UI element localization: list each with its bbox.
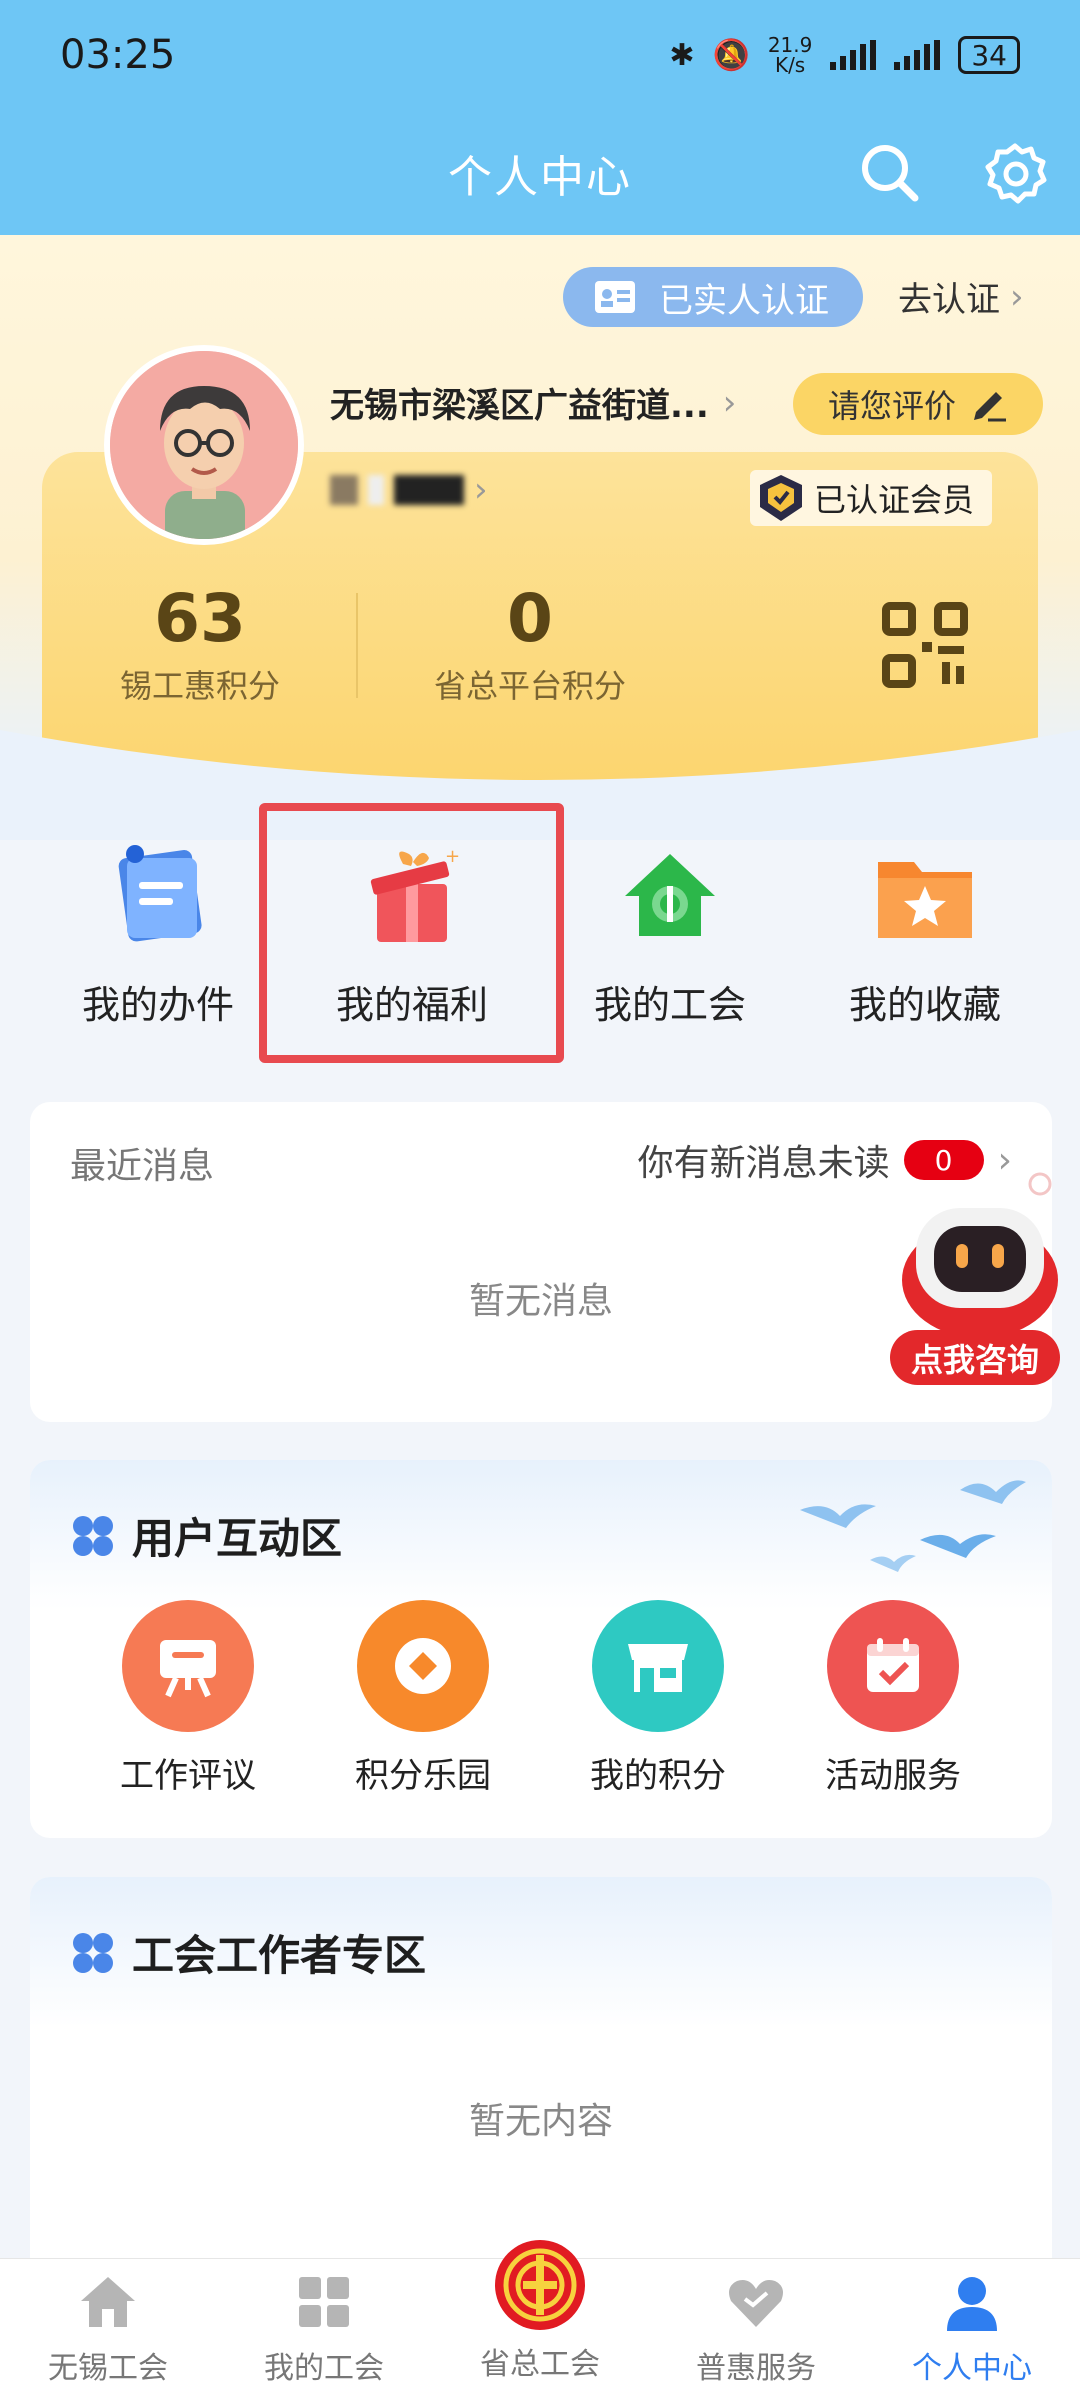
shield-icon [760,475,802,521]
quick-label: 我的工会 [593,983,746,1027]
ia-label: 积分乐园 [355,1756,491,1796]
nav-my-union[interactable]: 我的工会 [216,2259,432,2387]
verified-label: 已实人认证 [659,280,829,321]
coin-icon [357,1600,489,1732]
verified-badge: 已实人认证 [563,267,863,327]
ia-activity-service[interactable]: 活动服务 [793,1600,993,1797]
qr-code-icon[interactable] [880,600,970,690]
nav-personal-center[interactable]: 个人中心 [864,2259,1080,2387]
interaction-card: 用户互动区 工作评议 积分乐园 我的积分 活动服务 [30,1460,1052,1838]
pencil-icon [974,392,1006,422]
star-folder-icon [878,862,972,938]
go-verify-label: 去认证 [898,280,1000,320]
clover-icon [73,1515,113,1556]
status-icons: ✱ 🔕 21.9 K/s 34 [669,35,1020,75]
bluetooth-icon: ✱ [669,37,695,73]
heart-icon [729,2280,783,2327]
avatar-image [110,351,298,539]
home-icon [81,2277,135,2327]
redacted-block [394,475,464,505]
workers-empty: 暂无内容 [468,2101,613,2142]
ia-my-points[interactable]: 我的积分 [558,1600,758,1797]
score-label: 锡工惠积分 [119,667,280,705]
signal-icon [830,40,877,70]
calendar-icon [827,1600,959,1732]
go-verify-link[interactable]: 去认证 › [898,272,1024,321]
nav-label: 无锡工会 [48,2351,168,2386]
nav-wuxi-union[interactable]: 无锡工会 [0,2259,216,2387]
workers-title: 工会工作者专区 [70,1922,426,1983]
status-bar: 03:25 ✱ 🔕 21.9 K/s 34 [0,0,1080,110]
messages-title: 最近消息 [70,1146,215,1187]
score-wuxi[interactable]: 63 锡工惠积分 [95,580,305,707]
id-card-icon [595,281,635,313]
unread-text: 你有新消息未读 [637,1143,890,1184]
interaction-title-text: 用户互动区 [132,1514,343,1563]
nav-label: 我的工会 [264,2351,384,2386]
score-province[interactable]: 0 省总平台积分 [410,580,650,707]
ia-points-park[interactable]: 积分乐园 [323,1600,523,1797]
mute-icon: 🔕 [712,37,750,73]
union-home-icon [625,854,715,936]
chevron-right-icon: › [722,382,737,423]
clover-icon [73,1932,113,1973]
union-emblem-icon[interactable] [495,2240,585,2330]
app-bar: 个人中心 [0,110,1080,235]
chevron-right-icon: › [1010,276,1024,317]
quick-label: 我的收藏 [848,983,1001,1027]
nav-label: 个人中心 [912,2351,1032,2386]
nav-benefit-service[interactable]: 普惠服务 [648,2259,864,2387]
grid-icon [299,2277,349,2327]
quick-my-favorites[interactable]: 我的收藏 [810,840,1040,1029]
consult-label: 点我咨询 [890,1330,1060,1385]
consult-button[interactable]: 点我咨询 [890,1170,1080,1385]
organization-name: 无锡市梁溪区广益街道... [330,386,709,426]
battery-icon: 34 [958,36,1020,74]
quick-my-union[interactable]: 我的工会 [555,840,785,1029]
score-label: 省总平台积分 [433,667,626,705]
birds-decoration-icon [800,1480,1026,1572]
person-icon [947,2277,997,2331]
ia-work-review[interactable]: 工作评议 [88,1600,288,1797]
nav-label: 普惠服务 [696,2351,816,2386]
avatar[interactable] [104,345,304,545]
easel-icon [122,1600,254,1732]
shop-icon [592,1600,724,1732]
signal-icon-2 [894,40,941,70]
gear-icon[interactable] [980,138,1050,208]
ia-label: 我的积分 [590,1756,726,1796]
score-value: 63 [154,580,246,657]
quick-my-cases[interactable]: 我的办件 [43,840,273,1029]
redacted-block [368,475,384,505]
workers-title-text: 工会工作者专区 [132,1931,427,1980]
robot-icon [902,1172,1058,1338]
evaluate-button[interactable]: 请您评价 [793,373,1043,435]
score-divider [356,593,358,698]
interaction-title: 用户互动区 [70,1505,342,1566]
member-badge-label: 已认证会员 [814,481,975,519]
score-value: 0 [507,580,553,657]
nav-label: 省总工会 [480,2347,600,2382]
chevron-right-icon: › [474,470,488,510]
ia-label: 工作评议 [120,1756,256,1796]
page-title: 个人中心 [448,151,632,203]
member-badge: 已认证会员 [750,470,993,526]
quick-label: 我的办件 [81,983,234,1027]
evaluate-label: 请您评价 [827,387,956,425]
workers-card: 工会工作者专区 暂无内容 [30,1877,1052,2277]
network-speed: 21.9 K/s [767,33,813,77]
highlight-frame [259,803,564,1063]
redacted-block [330,475,358,505]
user-name-redacted[interactable]: › [330,470,488,510]
organization-link[interactable]: 无锡市梁溪区广益街道... › [330,378,736,427]
status-time: 03:25 [60,32,176,78]
document-icon [118,845,202,942]
ia-label: 活动服务 [825,1756,961,1796]
search-icon[interactable] [855,138,925,208]
